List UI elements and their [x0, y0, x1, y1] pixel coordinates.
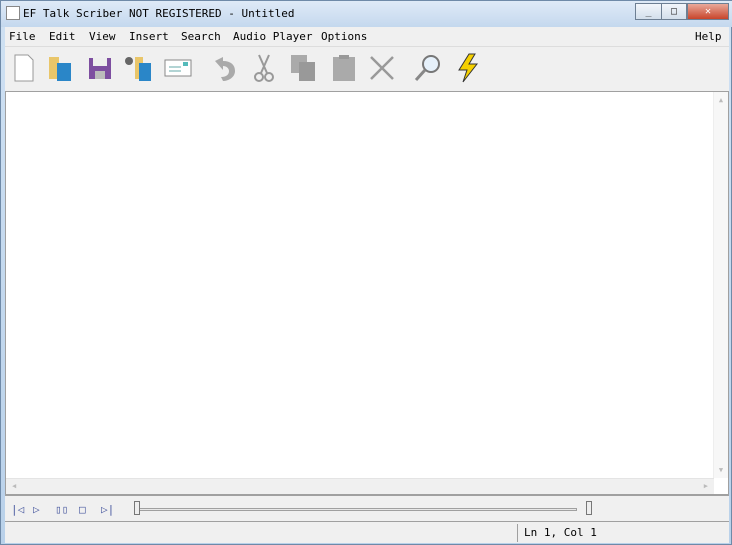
find-icon[interactable]: [413, 53, 443, 83]
menu-audio-player[interactable]: Audio Player: [233, 30, 312, 43]
close-button[interactable]: ✕: [687, 3, 729, 20]
audio-player: |◁ ▷ ▯▯ □ ▷|: [5, 495, 729, 521]
open-audio-icon[interactable]: [123, 53, 153, 83]
play-button[interactable]: ▷: [33, 503, 40, 516]
email-icon[interactable]: [163, 53, 193, 83]
copy-icon[interactable]: [289, 53, 319, 83]
pause-button[interactable]: ▯▯: [55, 503, 68, 516]
open-folder-icon[interactable]: [45, 53, 75, 83]
menu-file[interactable]: File: [9, 30, 36, 43]
volume-slider-thumb[interactable]: [586, 501, 592, 515]
title-bar: EF Talk Scriber NOT REGISTERED - Untitle…: [1, 1, 732, 27]
menu-edit[interactable]: Edit: [49, 30, 76, 43]
horizontal-scrollbar[interactable]: ◀ ▶: [6, 478, 714, 494]
skip-forward-button[interactable]: ▷|: [101, 503, 114, 516]
stop-button[interactable]: □: [79, 503, 86, 516]
toolbar: [5, 47, 729, 91]
menu-help[interactable]: Help: [695, 30, 722, 43]
vertical-scrollbar[interactable]: ▲ ▼: [713, 92, 728, 478]
paste-icon[interactable]: [329, 53, 359, 83]
menu-search[interactable]: Search: [181, 30, 221, 43]
delete-icon[interactable]: [367, 53, 397, 83]
menu-options[interactable]: Options: [321, 30, 367, 43]
lightning-icon[interactable]: [453, 53, 483, 83]
cursor-position: Ln 1, Col 1: [517, 524, 603, 542]
menu-bar: File Edit View Insert Search Audio Playe…: [5, 27, 729, 47]
app-icon: [6, 6, 20, 20]
cut-icon[interactable]: [249, 53, 279, 83]
minimize-button[interactable]: _: [635, 3, 662, 20]
menu-insert[interactable]: Insert: [129, 30, 169, 43]
skip-back-button[interactable]: |◁: [11, 503, 24, 516]
position-slider-thumb[interactable]: [134, 501, 140, 515]
app-window: EF Talk Scriber NOT REGISTERED - Untitle…: [0, 0, 732, 545]
undo-icon[interactable]: [209, 53, 239, 83]
menu-view[interactable]: View: [89, 30, 116, 43]
save-icon[interactable]: [85, 53, 115, 83]
position-slider[interactable]: [137, 508, 577, 511]
maximize-button[interactable]: □: [661, 3, 687, 20]
new-document-icon[interactable]: [9, 53, 39, 83]
status-bar: Ln 1, Col 1: [5, 521, 729, 543]
window-title: EF Talk Scriber NOT REGISTERED - Untitle…: [23, 7, 295, 20]
text-editor[interactable]: ▲ ▼ ◀ ▶: [5, 91, 729, 495]
